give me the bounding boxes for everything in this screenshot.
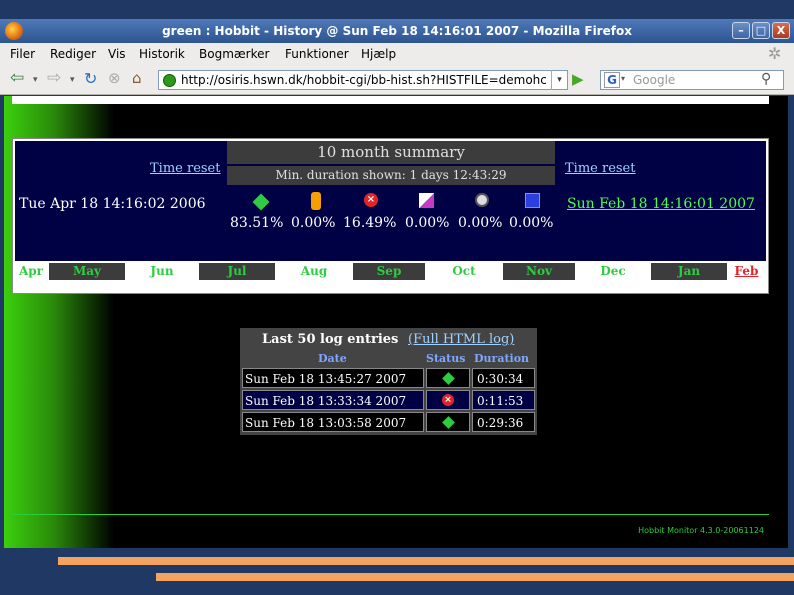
- column-date: Date: [318, 352, 347, 365]
- blue-icon: [525, 193, 540, 208]
- log-duration: 0:29:36: [472, 412, 535, 432]
- menu-help[interactable]: Hjælp: [361, 47, 396, 61]
- stat-green-value: 83.51%: [230, 215, 284, 231]
- red-icon: ×: [364, 193, 378, 207]
- month-jun[interactable]: Jun: [125, 263, 199, 280]
- site-icon: [163, 74, 176, 87]
- search-icon[interactable]: ⚲: [761, 71, 771, 87]
- menu-tools[interactable]: Funktioner: [285, 47, 349, 61]
- back-icon[interactable]: ⇦: [10, 68, 24, 88]
- decor-stripe-bottom: [156, 573, 794, 581]
- summary-panel: 10 month summary Min. duration shown: 1 …: [15, 141, 766, 280]
- forward-dropdown-icon[interactable]: ▾: [70, 75, 75, 85]
- table-row[interactable]: Sun Feb 18 13:33:34 2007 × 0:11:53: [242, 390, 535, 410]
- yellow-icon: [311, 192, 321, 210]
- menu-bar: Filer Rediger Vis Historik Bogmærker Fun…: [0, 43, 794, 65]
- window-title-bar: green : Hobbit - History @ Sun Feb 18 14…: [0, 19, 794, 43]
- month-feb[interactable]: Feb: [727, 263, 766, 280]
- menu-edit[interactable]: Rediger: [50, 47, 96, 61]
- time-reset-right-link[interactable]: Time reset: [565, 161, 635, 176]
- google-icon[interactable]: G: [604, 72, 620, 88]
- log-duration: 0:30:34: [472, 368, 535, 388]
- green-icon: [442, 372, 455, 385]
- menu-file[interactable]: Filer: [10, 47, 35, 61]
- firefox-logo-icon: [5, 22, 23, 40]
- history-summary: 10 month summary Min. duration shown: 1 …: [12, 138, 769, 294]
- log-status: [426, 368, 470, 388]
- footer-divider: [12, 514, 769, 515]
- time-reset-left-link[interactable]: Time reset: [150, 161, 220, 176]
- green-icon: [442, 416, 455, 429]
- column-status: Status: [426, 352, 466, 365]
- menu-view[interactable]: Vis: [108, 47, 126, 61]
- search-input[interactable]: G ▾ Google ⚲: [600, 70, 784, 90]
- month-sep[interactable]: Sep: [353, 263, 425, 280]
- maximize-button[interactable]: □: [752, 22, 770, 39]
- home-icon[interactable]: ⌂: [132, 69, 142, 87]
- month-nov[interactable]: Nov: [503, 263, 575, 280]
- back-dropdown-icon[interactable]: ▾: [33, 75, 38, 85]
- forward-icon[interactable]: ⇨: [47, 68, 61, 88]
- log-date: Sun Feb 18 13:03:58 2007: [242, 412, 424, 432]
- month-apr[interactable]: Apr: [15, 263, 47, 280]
- month-jul[interactable]: Jul: [199, 263, 275, 280]
- search-placeholder: Google: [633, 73, 676, 87]
- search-engine-dropdown-icon[interactable]: ▾: [621, 74, 625, 83]
- column-duration: Duration: [474, 352, 530, 365]
- month-aug[interactable]: Aug: [275, 263, 353, 280]
- red-icon: ×: [442, 394, 454, 406]
- month-may[interactable]: May: [49, 263, 125, 280]
- purple-icon: [419, 193, 434, 208]
- url-input[interactable]: http://osiris.hswn.dk/hobbit-cgi/bb-hist…: [158, 70, 568, 90]
- throbber-icon: ✲: [768, 44, 782, 63]
- log-date: Sun Feb 18 13:33:34 2007: [242, 390, 424, 410]
- page-content: 10 month summary Min. duration shown: 1 …: [4, 96, 788, 548]
- stat-blue-value: 0.00%: [509, 215, 554, 231]
- top-strip: [12, 96, 769, 104]
- log-title: Last 50 log entries: [262, 332, 399, 347]
- month-dec[interactable]: Dec: [575, 263, 651, 280]
- menu-bookmarks[interactable]: Bogmærker: [199, 47, 269, 61]
- summary-title: 10 month summary: [227, 141, 555, 164]
- stat-red-value: 16.49%: [343, 215, 397, 231]
- close-button[interactable]: X: [772, 22, 790, 39]
- month-jan[interactable]: Jan: [651, 263, 727, 280]
- reload-icon[interactable]: ↻: [84, 69, 97, 88]
- log-duration: 0:11:53: [472, 390, 535, 410]
- log-status: ×: [426, 390, 470, 410]
- url-text: http://osiris.hswn.dk/hobbit-cgi/bb-hist…: [181, 73, 546, 87]
- footer-version: Hobbit Monitor 4.3.0-20061124: [638, 526, 764, 535]
- log-table: Last 50 log entries (Full HTML log) Date…: [240, 328, 537, 435]
- clear-icon: [475, 193, 489, 207]
- min-duration: Min. duration shown: 1 days 12:43:29: [227, 166, 555, 185]
- minimize-button[interactable]: –: [732, 22, 750, 39]
- full-log-link[interactable]: (Full HTML log): [408, 332, 514, 347]
- stat-yellow-value: 0.00%: [291, 215, 336, 231]
- log-status: [426, 412, 470, 432]
- table-row[interactable]: Sun Feb 18 13:03:58 2007 0:29:36: [242, 412, 535, 432]
- start-date: Tue Apr 18 14:16:02 2006: [19, 196, 206, 212]
- stat-clear-value: 0.00%: [458, 215, 503, 231]
- go-icon[interactable]: ▶: [572, 70, 584, 88]
- month-oct[interactable]: Oct: [425, 263, 503, 280]
- table-row[interactable]: Sun Feb 18 13:45:27 2007 0:30:34: [242, 368, 535, 388]
- stop-icon[interactable]: ⊗: [108, 69, 121, 87]
- green-icon: [252, 193, 270, 211]
- window-title: green : Hobbit - History @ Sun Feb 18 14…: [162, 24, 632, 38]
- log-date: Sun Feb 18 13:45:27 2007: [242, 368, 424, 388]
- menu-history[interactable]: Historik: [139, 47, 185, 61]
- stat-purple-value: 0.00%: [405, 215, 450, 231]
- end-date-link[interactable]: Sun Feb 18 14:16:01 2007: [567, 196, 755, 212]
- url-dropdown-icon[interactable]: ▾: [551, 70, 567, 90]
- decor-stripe-top: [58, 557, 794, 565]
